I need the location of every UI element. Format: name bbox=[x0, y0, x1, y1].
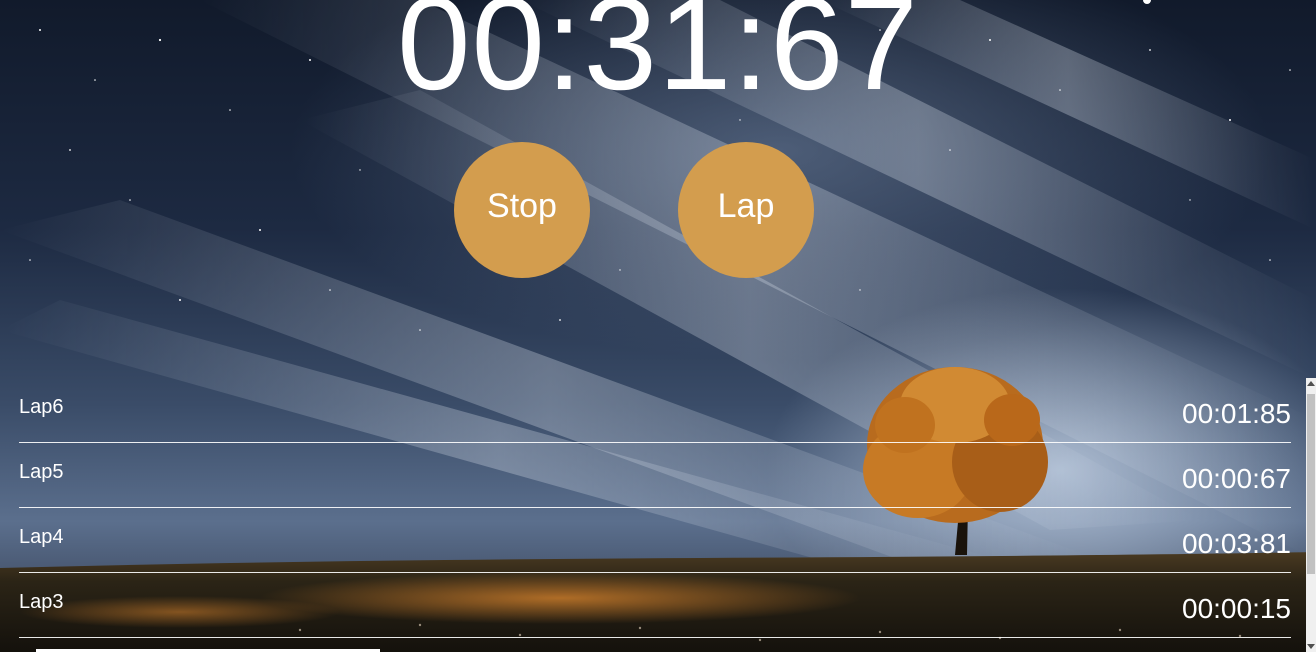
lap-row: Lap4 00:03:81 bbox=[19, 508, 1291, 573]
lap-time: 00:03:81 bbox=[1182, 528, 1291, 559]
lap-row: Lap6 00:01:85 bbox=[19, 378, 1291, 443]
lap-row: Lap3 00:00:15 bbox=[19, 573, 1291, 638]
scrollbar-thumb[interactable] bbox=[1307, 394, 1315, 574]
stopwatch-display: 00:31:67 bbox=[397, 0, 919, 117]
laps-list: Lap6 00:01:85 Lap5 00:00:67 Lap4 00:03:8… bbox=[19, 378, 1291, 638]
lap-name: Lap4 bbox=[19, 526, 64, 548]
lap-name: Lap5 bbox=[19, 461, 64, 483]
lap-row: Lap5 00:00:67 bbox=[19, 443, 1291, 508]
scroll-up-arrow-icon[interactable] bbox=[1307, 381, 1315, 386]
lap-time: 00:00:15 bbox=[1182, 593, 1291, 624]
lap-time: 00:00:67 bbox=[1182, 463, 1291, 494]
lap-time: 00:01:85 bbox=[1182, 398, 1291, 429]
scroll-down-arrow-icon[interactable] bbox=[1307, 644, 1315, 649]
stop-button[interactable]: Stop bbox=[454, 142, 590, 278]
laps-vertical-scrollbar[interactable] bbox=[1306, 378, 1316, 652]
lap-button[interactable]: Lap bbox=[678, 142, 814, 278]
lap-name: Lap6 bbox=[19, 396, 64, 418]
lap-name: Lap3 bbox=[19, 591, 64, 613]
